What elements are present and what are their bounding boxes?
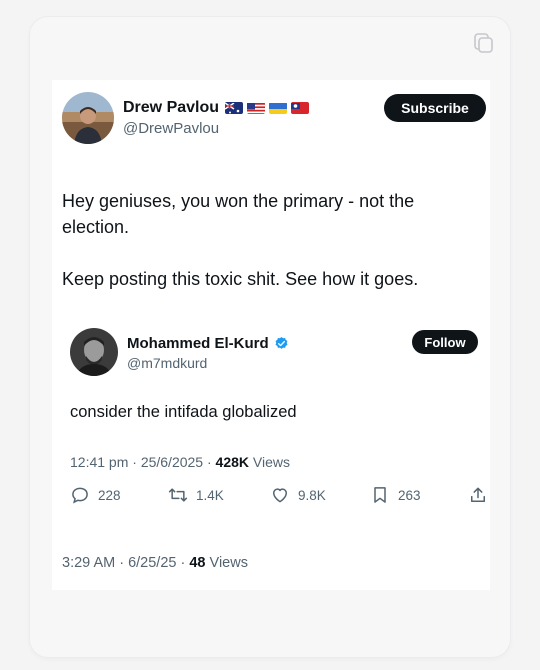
author-handle[interactable]: @DrewPavlou: [123, 120, 219, 137]
timestamp[interactable]: 3:29 AM · 6/25/25 ·: [62, 555, 185, 571]
share-button[interactable]: [468, 485, 488, 505]
subscribe-button[interactable]: Subscribe: [384, 94, 486, 122]
avatar-mohammed-el-kurd[interactable]: [70, 328, 118, 376]
tweet-text: Hey geniuses, you won the primary - not …: [62, 188, 472, 292]
quoted-views-count: 428K: [215, 454, 250, 470]
reply-icon: [72, 487, 88, 504]
copy-icon[interactable]: [472, 31, 496, 55]
author-name[interactable]: Drew Pavlou: [123, 99, 310, 117]
usa-flag-icon: [247, 102, 266, 114]
quoted-author-handle[interactable]: @m7mdkurd: [127, 355, 207, 371]
quoted-tweet[interactable]: Mohammed El-Kurd @m7mdkurd Follow consid…: [52, 310, 490, 510]
verified-badge-icon: [275, 336, 288, 349]
retweet-count: 1.4K: [196, 487, 224, 503]
taiwan-flag-icon: [291, 102, 310, 114]
tweet-meta: 3:29 AM · 6/25/25 · 48 Views: [62, 555, 248, 571]
action-bar: 228 1.4K 9.8K 263: [70, 485, 490, 509]
heart-icon: [273, 488, 287, 503]
reply-count: 228: [98, 487, 121, 503]
author-name-text[interactable]: Drew Pavlou: [123, 99, 219, 117]
quoted-tweet-meta: 12:41 pm · 25/6/2025 · 428K Views: [70, 454, 290, 470]
reply-button[interactable]: 228: [70, 485, 121, 505]
quoted-author-name-text[interactable]: Mohammed El-Kurd: [127, 335, 269, 352]
tweet-text-line: Keep posting this toxic shit. See how it…: [62, 269, 419, 289]
australia-flag-icon: [225, 102, 244, 114]
views-count: 48: [189, 555, 206, 571]
tweet-text-line: Hey geniuses, you won the primary - not …: [62, 191, 415, 237]
quoted-views-label: Views: [252, 454, 290, 470]
tweet: Drew Pavlou @DrewPavlou Subscribe Hey ge…: [52, 80, 490, 590]
quoted-tweet-text: consider the intifada globalized: [70, 403, 297, 421]
quoted-timestamp[interactable]: 12:41 pm · 25/6/2025 ·: [70, 454, 212, 470]
retweet-button[interactable]: 1.4K: [168, 485, 224, 505]
bookmark-count: 263: [398, 487, 421, 503]
flag-emojis: [225, 102, 310, 114]
like-count: 9.8K: [298, 487, 326, 503]
retweet-icon: [168, 488, 188, 502]
quoted-author-name[interactable]: Mohammed El-Kurd: [127, 335, 289, 352]
views-label: Views: [209, 555, 248, 571]
avatar-drew-pavlou[interactable]: [62, 92, 114, 144]
share-icon: [471, 487, 485, 502]
bookmark-icon: [374, 487, 386, 503]
bookmark-button[interactable]: 263: [370, 485, 421, 505]
like-button[interactable]: 9.8K: [270, 485, 326, 505]
ukraine-flag-icon: [269, 102, 288, 114]
follow-button[interactable]: Follow: [412, 330, 478, 354]
screenshot-card: Drew Pavlou @DrewPavlou Subscribe Hey ge…: [30, 17, 510, 657]
